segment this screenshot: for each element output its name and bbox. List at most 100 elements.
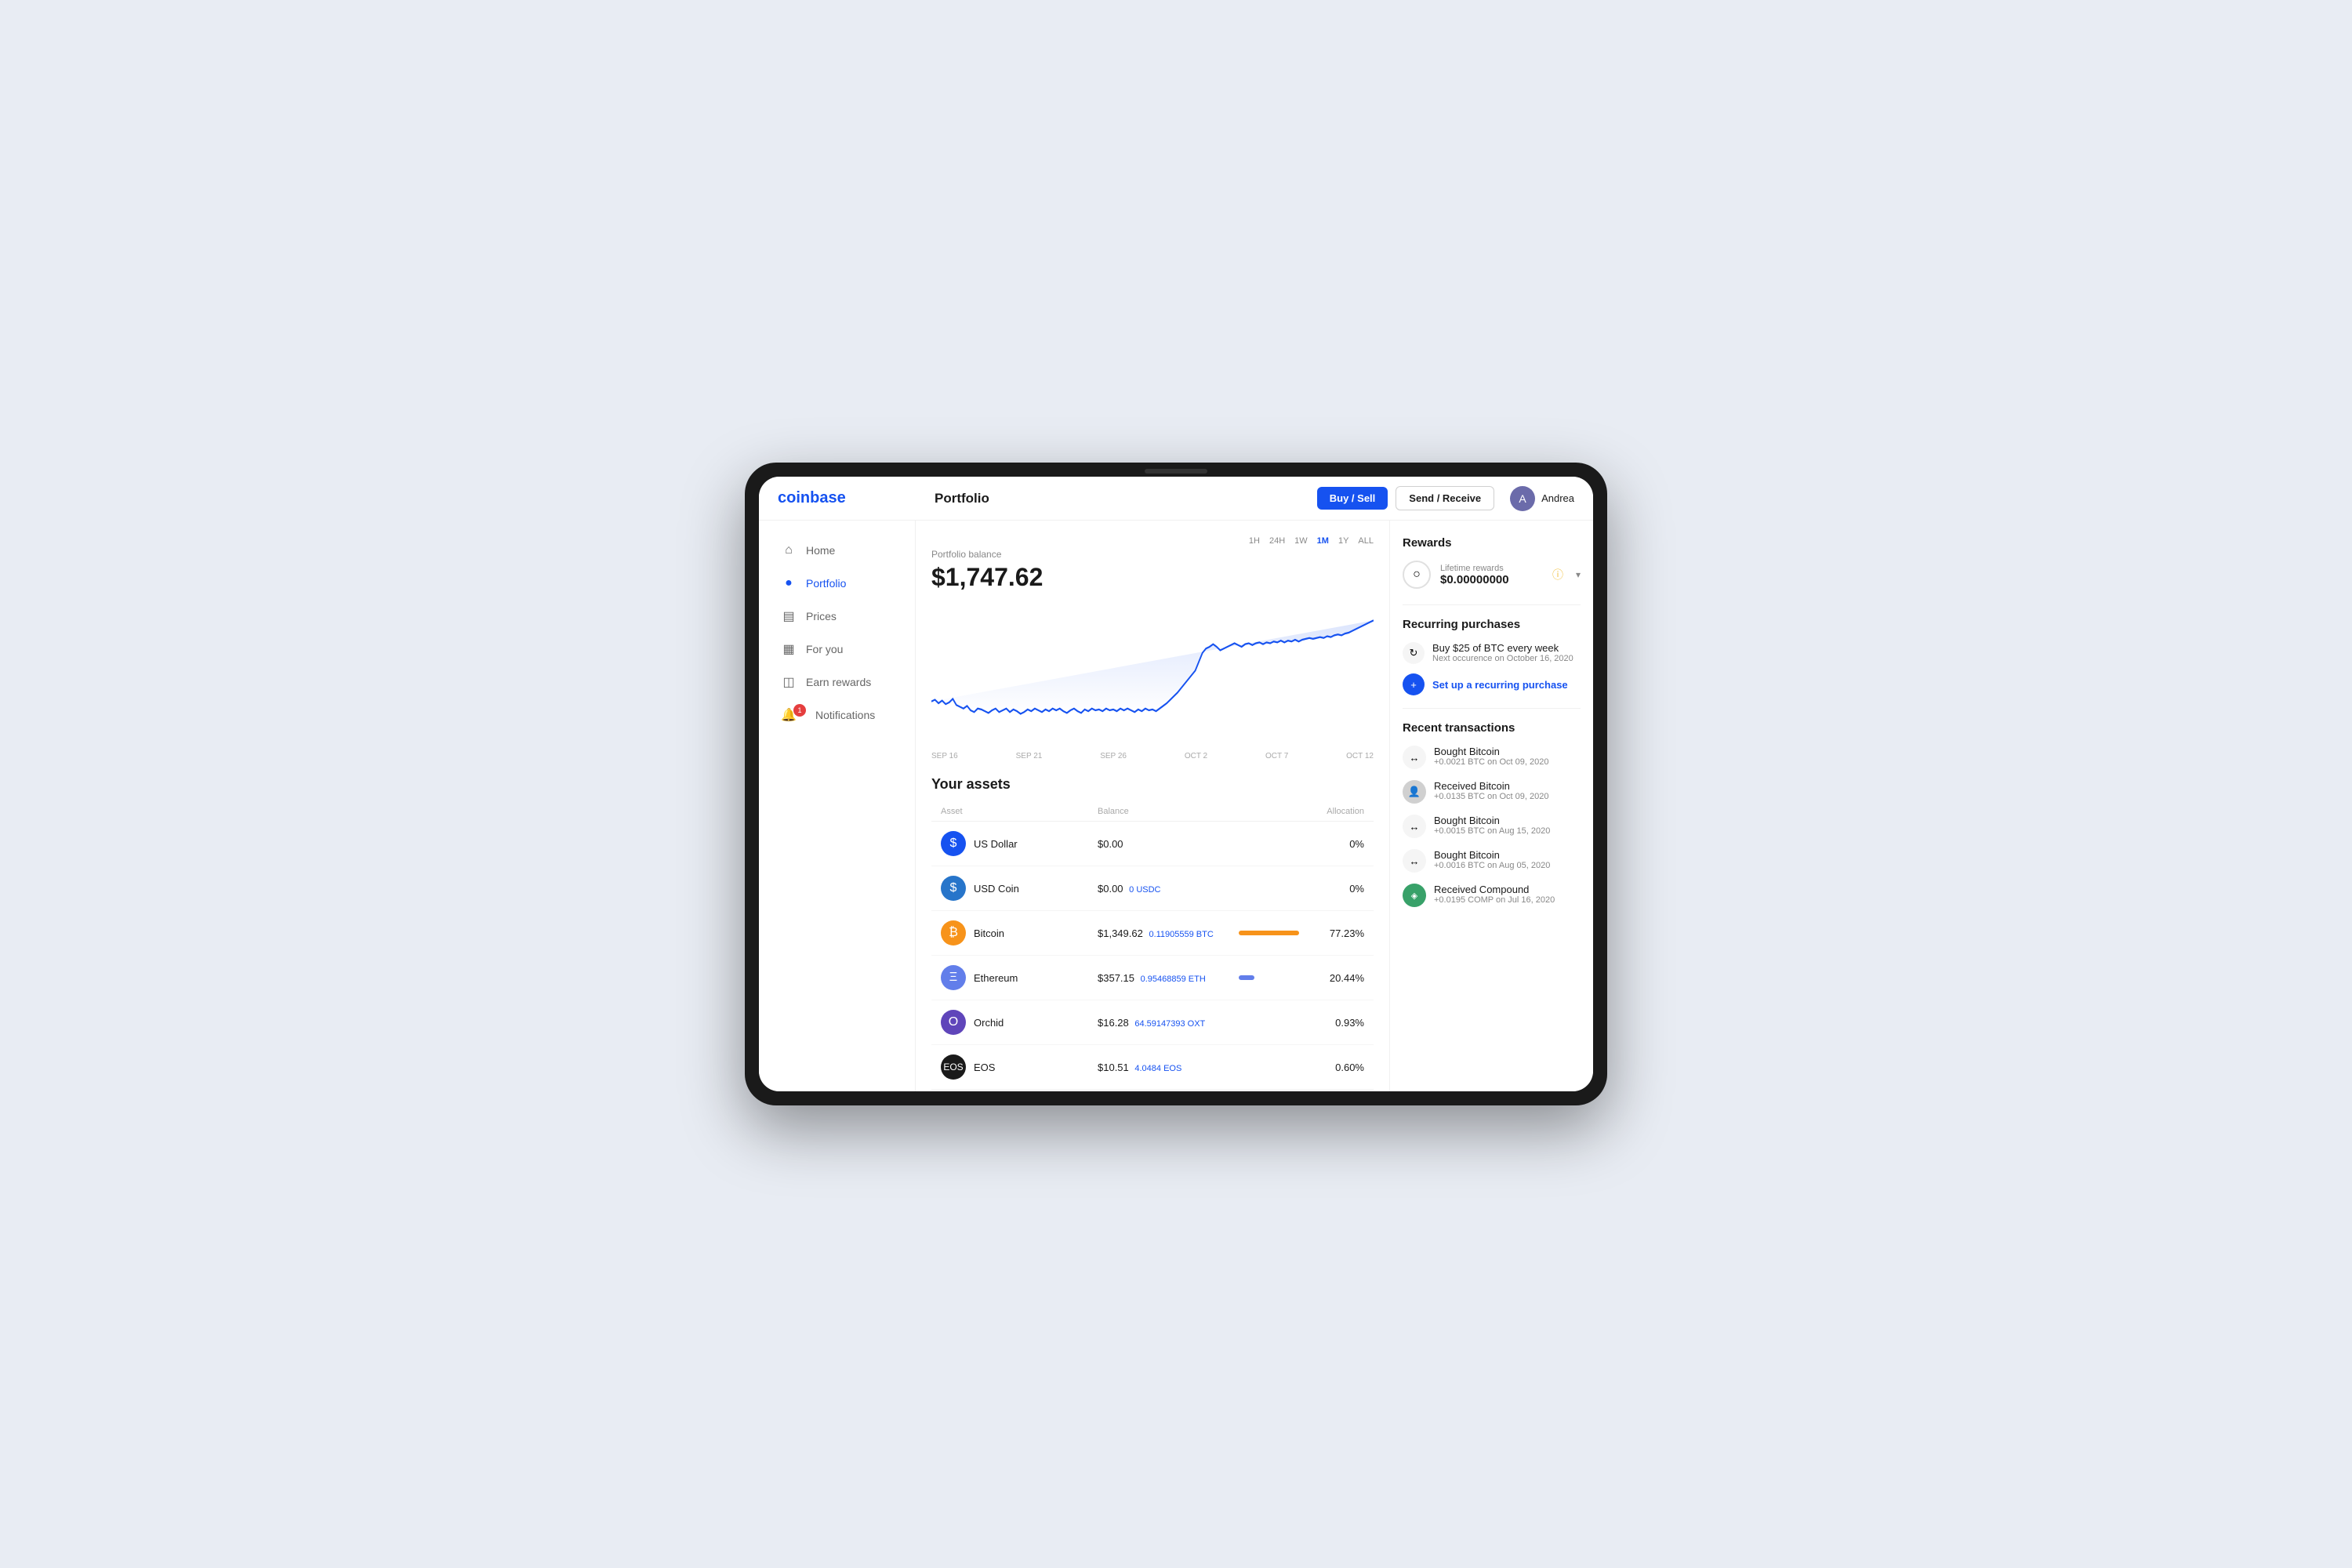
- alloc-eth: 20.44%: [1301, 972, 1364, 984]
- tx-item-2: 👤 Received Bitcoin +0.0135 BTC on Oct 09…: [1403, 780, 1581, 804]
- sidebar-item-home[interactable]: ⌂ Home: [765, 535, 909, 566]
- sidebar-item-label-prices: Prices: [806, 610, 837, 622]
- period-1y[interactable]: 1Y: [1338, 536, 1348, 546]
- assets-table-header: Asset Balance Allocation: [931, 802, 1374, 822]
- sidebar-item-notifications[interactable]: 🔔 1 Notifications: [765, 699, 909, 731]
- alloc-eos: 0.60%: [1301, 1062, 1364, 1073]
- asset-cell-usdc: $ USD Coin: [941, 876, 1098, 901]
- period-24h[interactable]: 24H: [1269, 536, 1285, 546]
- transactions-title: Recent transactions: [1403, 721, 1581, 735]
- buy-sell-button[interactable]: Buy / Sell: [1317, 487, 1388, 510]
- page-title: Portfolio: [935, 491, 1317, 506]
- portfolio-chart: [931, 604, 1374, 746]
- assets-title: Your assets: [931, 776, 1374, 793]
- table-row[interactable]: ✦ Stellar Lumens $7.81 105.1161867 XLM 0…: [931, 1090, 1374, 1091]
- tx-sub-5: +0.0195 COMP on Jul 16, 2020: [1434, 895, 1555, 905]
- period-all[interactable]: ALL: [1358, 536, 1374, 546]
- tx-info-5: Received Compound +0.0195 COMP on Jul 16…: [1434, 884, 1555, 905]
- usdc-icon: $: [941, 876, 966, 901]
- tx-item-1: ↔ Bought Bitcoin +0.0021 BTC on Oct 09, …: [1403, 746, 1581, 769]
- table-row[interactable]: $ USD Coin $0.00 0 USDC 0%: [931, 866, 1374, 911]
- balance-usdc: $0.00 0 USDC: [1098, 883, 1239, 895]
- tx-info-2: Received Bitcoin +0.0135 BTC on Oct 09, …: [1434, 780, 1548, 801]
- balance-oxt: $16.28 64.59147393 OXT: [1098, 1017, 1239, 1029]
- col-bar: [1239, 807, 1301, 816]
- balance-eth: $357.15 0.95468859 ETH: [1098, 972, 1239, 984]
- chart-label-oct2: OCT 2: [1185, 752, 1207, 760]
- chart-label-sep16: SEP 16: [931, 752, 958, 760]
- col-balance: Balance: [1098, 807, 1239, 816]
- tx-info-1: Bought Bitcoin +0.0021 BTC on Oct 09, 20…: [1434, 746, 1548, 767]
- rewards-card: ○ Lifetime rewards $0.00000000 ⓘ ▾: [1403, 561, 1581, 589]
- asset-cell-oxt: O Orchid: [941, 1010, 1098, 1035]
- sidebar-item-label-notifications: Notifications: [815, 709, 875, 721]
- tx-received-comp-icon: ◈: [1403, 884, 1426, 907]
- table-row[interactable]: O Orchid $16.28 64.59147393 OXT 0.93%: [931, 1000, 1374, 1045]
- earn-rewards-icon: ◫: [781, 674, 797, 690]
- balance-usd: $0.00: [1098, 838, 1239, 850]
- tx-sub-1: +0.0021 BTC on Oct 09, 2020: [1434, 757, 1548, 767]
- asset-name-usdc: USD Coin: [974, 883, 1019, 895]
- table-row[interactable]: ₿ Bitcoin $1,349.62 0.11905559 BTC 77.23…: [931, 911, 1374, 956]
- main-content: 1H 24H 1W 1M 1Y ALL Portfolio balance $1…: [916, 521, 1389, 1091]
- info-icon[interactable]: ⓘ: [1552, 567, 1563, 583]
- avatar: A: [1510, 486, 1535, 511]
- balance-sub-eth: 0.95468859 ETH: [1141, 975, 1206, 984]
- sidebar-item-for-you[interactable]: ▦ For you: [765, 633, 909, 665]
- eos-icon: EOS: [941, 1054, 966, 1080]
- tx-sub-2: +0.0135 BTC on Oct 09, 2020: [1434, 792, 1548, 801]
- home-icon: ⌂: [781, 543, 797, 558]
- asset-name-oxt: Orchid: [974, 1017, 1004, 1029]
- period-1m[interactable]: 1M: [1317, 536, 1329, 546]
- screen: coinbase Portfolio Buy / Sell Send / Rec…: [759, 477, 1593, 1091]
- notification-badge: 1: [793, 704, 806, 717]
- tx-item-3: ↔ Bought Bitcoin +0.0015 BTC on Aug 15, …: [1403, 815, 1581, 838]
- recurring-icon: ↻: [1403, 642, 1425, 664]
- portfolio-icon: ●: [781, 575, 797, 591]
- alloc-btc: 77.23%: [1301, 927, 1364, 939]
- send-receive-button[interactable]: Send / Receive: [1396, 486, 1494, 510]
- balance-sub-btc: 0.11905559 BTC: [1149, 930, 1213, 939]
- col-allocation: Allocation: [1301, 807, 1364, 816]
- balance-sub-eos: 4.0484 EOS: [1134, 1064, 1181, 1073]
- portfolio-balance: $1,747.62: [931, 563, 1374, 592]
- tx-sub-3: +0.0015 BTC on Aug 15, 2020: [1434, 826, 1550, 836]
- chevron-down-icon[interactable]: ▾: [1576, 569, 1581, 580]
- rewards-amount: $0.00000000: [1440, 573, 1543, 586]
- alloc-usdc: 0%: [1301, 883, 1364, 895]
- header-actions: Buy / Sell Send / Receive A Andrea: [1317, 486, 1574, 511]
- btc-icon: ₿: [941, 920, 966, 946]
- tx-received-btc-1-icon: 👤: [1403, 780, 1426, 804]
- chart-labels: SEP 16 SEP 21 SEP 26 OCT 2 OCT 7 OCT 12: [931, 752, 1374, 760]
- sidebar: ⌂ Home ● Portfolio ▤ Prices ▦ For you ◫: [759, 521, 916, 1091]
- device-frame: coinbase Portfolio Buy / Sell Send / Rec…: [745, 463, 1607, 1105]
- sidebar-item-earn-rewards[interactable]: ◫ Earn rewards: [765, 666, 909, 698]
- period-1w[interactable]: 1W: [1294, 536, 1308, 546]
- period-1h[interactable]: 1H: [1249, 536, 1260, 546]
- sidebar-item-portfolio[interactable]: ● Portfolio: [765, 568, 909, 599]
- tx-title-5: Received Compound: [1434, 884, 1555, 895]
- user-menu[interactable]: A Andrea: [1510, 486, 1574, 511]
- recurring-item-sub: Next occurence on October 16, 2020: [1432, 654, 1573, 663]
- chart-label-oct12: OCT 12: [1346, 752, 1374, 760]
- tx-title-2: Received Bitcoin: [1434, 780, 1548, 792]
- tx-info-4: Bought Bitcoin +0.0016 BTC on Aug 05, 20…: [1434, 849, 1550, 870]
- recurring-item-title: Buy $25 of BTC every week: [1432, 642, 1573, 654]
- balance-label: Portfolio balance: [931, 549, 1374, 560]
- tx-item-5: ◈ Received Compound +0.0195 COMP on Jul …: [1403, 884, 1581, 907]
- setup-recurring-button[interactable]: + Set up a recurring purchase: [1403, 673, 1581, 695]
- recurring-info: Buy $25 of BTC every week Next occurence…: [1432, 642, 1573, 663]
- tx-title-1: Bought Bitcoin: [1434, 746, 1548, 757]
- chart-container: [931, 604, 1374, 746]
- balance-btc: $1,349.62 0.11905559 BTC: [1098, 927, 1239, 939]
- tx-bought-btc-1-icon: ↔: [1403, 746, 1426, 769]
- alloc-oxt: 0.93%: [1301, 1017, 1364, 1029]
- table-row[interactable]: $ US Dollar $0.00 0%: [931, 822, 1374, 866]
- setup-icon: +: [1403, 673, 1425, 695]
- setup-label: Set up a recurring purchase: [1432, 679, 1568, 691]
- tx-title-3: Bought Bitcoin: [1434, 815, 1550, 826]
- sidebar-item-prices[interactable]: ▤ Prices: [765, 601, 909, 632]
- table-row[interactable]: EOS EOS $10.51 4.0484 EOS 0.60%: [931, 1045, 1374, 1090]
- table-row[interactable]: Ξ Ethereum $357.15 0.95468859 ETH 20.44%: [931, 956, 1374, 1000]
- oxt-icon: O: [941, 1010, 966, 1035]
